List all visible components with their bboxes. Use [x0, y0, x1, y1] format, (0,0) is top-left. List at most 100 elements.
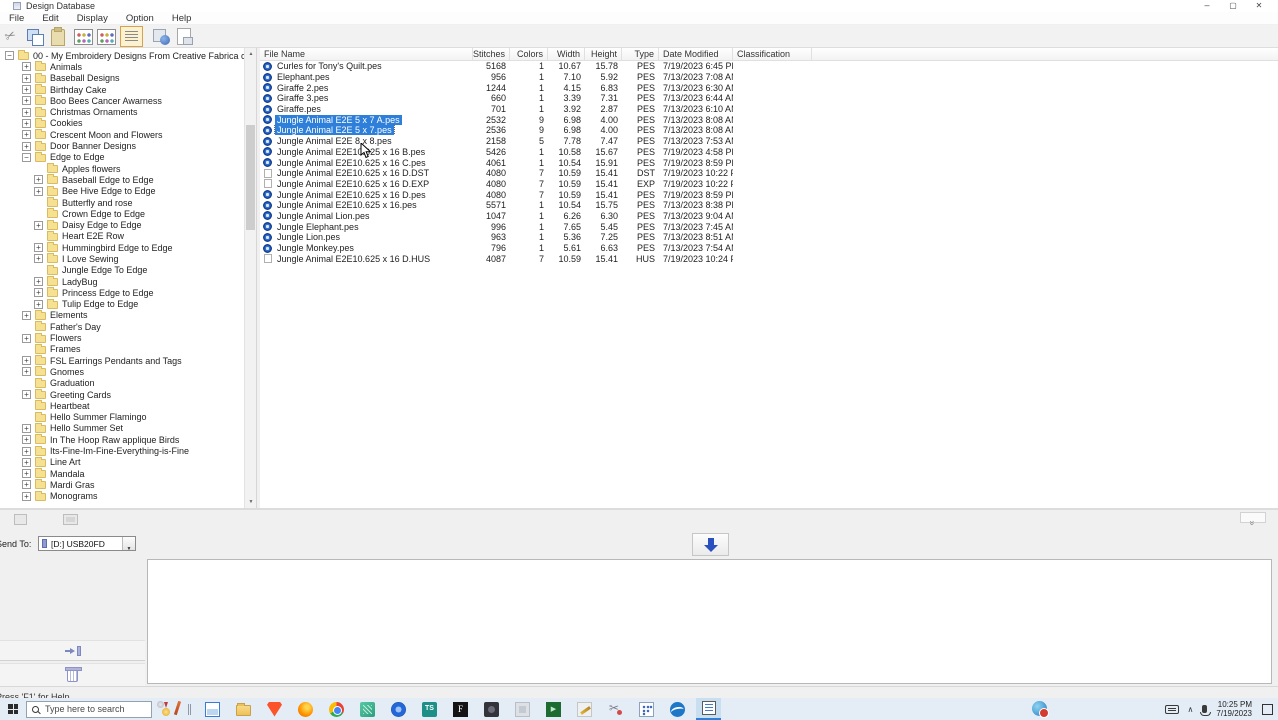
file-row[interactable]: Jungle Animal E2E10.625 x 16 D.EXP 4080 … — [260, 179, 1278, 190]
tree-item[interactable]: Apples flowers — [0, 163, 244, 174]
tree-item[interactable]: Father's Day — [0, 321, 244, 332]
tree-item[interactable]: Elements — [0, 310, 244, 321]
column-stitches[interactable]: Stitches — [473, 48, 510, 60]
touch-keyboard-icon[interactable] — [1165, 705, 1179, 714]
scroll-down-icon[interactable] — [245, 496, 257, 508]
file-row[interactable]: Jungle Animal E2E 8 x 8.pes 2158 5 7.78 … — [260, 136, 1278, 147]
expand-toggle-icon[interactable] — [22, 108, 31, 117]
copy-icon[interactable] — [25, 27, 44, 46]
expand-toggle-icon[interactable] — [34, 300, 43, 309]
tree-item[interactable]: Graduation — [0, 378, 244, 389]
file-row[interactable]: Jungle Animal E2E10.625 x 16 C.pes 4061 … — [260, 157, 1278, 168]
column-width[interactable]: Width — [548, 48, 585, 60]
expand-toggle-icon[interactable] — [22, 367, 31, 376]
embird-app-icon[interactable] — [634, 698, 659, 720]
export-icon[interactable] — [174, 27, 193, 46]
column-date-modified[interactable]: Date Modified — [659, 48, 733, 60]
cut-icon[interactable] — [3, 27, 22, 46]
expand-toggle-icon[interactable] — [22, 153, 31, 162]
tree-item[interactable]: 00 - My Embroidery Designs From Creative… — [0, 50, 244, 61]
menu-edit[interactable]: Edit — [33, 13, 67, 24]
tree-item[interactable]: Crown Edge to Edge — [0, 208, 244, 219]
close-button[interactable] — [1246, 0, 1272, 11]
file-explorer-icon[interactable] — [231, 698, 256, 720]
expand-toggle-icon[interactable] — [34, 221, 43, 230]
convert-icon[interactable] — [152, 27, 171, 46]
send-to-dropdown[interactable]: [D:] USB20FD — [38, 536, 136, 551]
file-row[interactable]: Jungle Animal E2E 5 x 7.pes 2536 9 6.98 … — [260, 125, 1278, 136]
stitch-app-icon[interactable] — [572, 698, 597, 720]
tree-item[interactable]: Baseball Designs — [0, 73, 244, 84]
minimize-button[interactable] — [1194, 0, 1220, 11]
file-row[interactable]: Giraffe.pes 701 1 3.92 2.87 PES 7/13/202… — [260, 104, 1278, 115]
column-colors[interactable]: Colors — [510, 48, 548, 60]
expand-toggle-icon[interactable] — [22, 480, 31, 489]
tree-item[interactable]: Daisy Edge to Edge — [0, 219, 244, 230]
expand-toggle-icon[interactable] — [34, 254, 43, 263]
dropdown-arrow-icon[interactable] — [122, 537, 135, 550]
network-globe-alert-icon[interactable] — [1032, 701, 1047, 716]
expand-toggle-icon[interactable] — [34, 243, 43, 252]
expand-toggle-icon[interactable] — [34, 277, 43, 286]
tree-item[interactable]: Hummingbird Edge to Edge — [0, 242, 244, 253]
expand-toggle-icon[interactable] — [22, 119, 31, 128]
start-button[interactable] — [0, 698, 26, 720]
write-card-icon[interactable] — [14, 514, 27, 525]
expand-toggle-icon[interactable] — [34, 187, 43, 196]
tree-item[interactable]: Monograms — [0, 491, 244, 502]
details-view-icon[interactable] — [120, 26, 143, 47]
taskbar-search-input[interactable]: Type here to search — [26, 701, 152, 718]
tree-item[interactable]: Animals — [0, 61, 244, 72]
sewing-app-icon[interactable] — [665, 698, 690, 720]
file-row[interactable]: Jungle Lion.pes 963 1 5.36 7.25 PES 7/13… — [260, 232, 1278, 243]
expand-toggle-icon[interactable] — [22, 356, 31, 365]
tree-item[interactable]: Bee Hive Edge to Edge — [0, 186, 244, 197]
expand-toggle-icon[interactable] — [22, 469, 31, 478]
menu-file[interactable]: File — [0, 13, 33, 24]
file-row[interactable]: Giraffe 3.pes 660 1 3.39 7.31 PES 7/13/2… — [260, 93, 1278, 104]
file-row[interactable]: Jungle Animal E2E10.625 x 16 D.pes 4080 … — [260, 189, 1278, 200]
tree-item[interactable]: Frames — [0, 344, 244, 355]
tree-item[interactable]: Door Banner Designs — [0, 140, 244, 151]
tree-item[interactable]: Crescent Moon and Flowers — [0, 129, 244, 140]
tree-item[interactable]: Gnomes — [0, 366, 244, 377]
file-row[interactable]: Jungle Elephant.pes 996 1 7.65 5.45 PES … — [260, 221, 1278, 232]
tree-scrollbar[interactable] — [244, 48, 256, 508]
tree-item[interactable]: Hello Summer Flamingo — [0, 412, 244, 423]
gray-app-icon[interactable] — [510, 698, 535, 720]
expand-toggle-icon[interactable] — [34, 288, 43, 297]
tree-item[interactable]: I Love Sewing — [0, 253, 244, 264]
menu-help[interactable]: Help — [163, 13, 201, 24]
expand-toggle-icon[interactable] — [22, 130, 31, 139]
delete-button[interactable] — [0, 663, 145, 686]
expand-toggle-icon[interactable] — [22, 142, 31, 151]
scissors-app-icon[interactable] — [603, 698, 628, 720]
read-card-icon[interactable] — [63, 514, 78, 525]
tree-item[interactable]: Edge to Edge — [0, 152, 244, 163]
file-row[interactable]: Elephant.pes 956 1 7.10 5.92 PES 7/13/20… — [260, 72, 1278, 83]
paste-icon[interactable] — [47, 27, 66, 46]
show-hidden-icons-chevron[interactable] — [1188, 705, 1194, 714]
blue-app-icon[interactable] — [386, 698, 411, 720]
file-row[interactable]: Jungle Animal E2E 5 x 7 A.pes 2532 9 6.9… — [260, 114, 1278, 125]
action-center-icon[interactable] — [1262, 704, 1273, 715]
file-row[interactable]: Jungle Animal E2E10.625 x 16 D.HUS 4087 … — [260, 253, 1278, 264]
tree-item[interactable]: LadyBug — [0, 276, 244, 287]
expand-toggle-icon[interactable] — [22, 334, 31, 343]
chrome-icon[interactable] — [324, 698, 349, 720]
ts-app-icon[interactable] — [417, 698, 442, 720]
expand-toggle-icon[interactable] — [22, 96, 31, 105]
tree-item[interactable]: Heartbeat — [0, 400, 244, 411]
widgets-medal-icon[interactable] — [154, 699, 182, 719]
menu-option[interactable]: Option — [117, 13, 163, 24]
tree-item[interactable]: In The Hoop Raw applique Birds — [0, 434, 244, 445]
expand-toggle-icon[interactable] — [22, 85, 31, 94]
tree-item[interactable]: Heart E2E Row — [0, 231, 244, 242]
file-row[interactable]: Jungle Animal Lion.pes 1047 1 6.26 6.30 … — [260, 211, 1278, 222]
tree-item[interactable]: Birthday Cake — [0, 84, 244, 95]
file-row[interactable]: Jungle Animal E2E10.625 x 16.pes 5571 1 … — [260, 200, 1278, 211]
video-app-icon[interactable] — [541, 698, 566, 720]
tree-item[interactable]: Princess Edge to Edge — [0, 287, 244, 298]
expand-toggle-icon[interactable] — [22, 458, 31, 467]
expand-toggle-icon[interactable] — [5, 51, 14, 60]
